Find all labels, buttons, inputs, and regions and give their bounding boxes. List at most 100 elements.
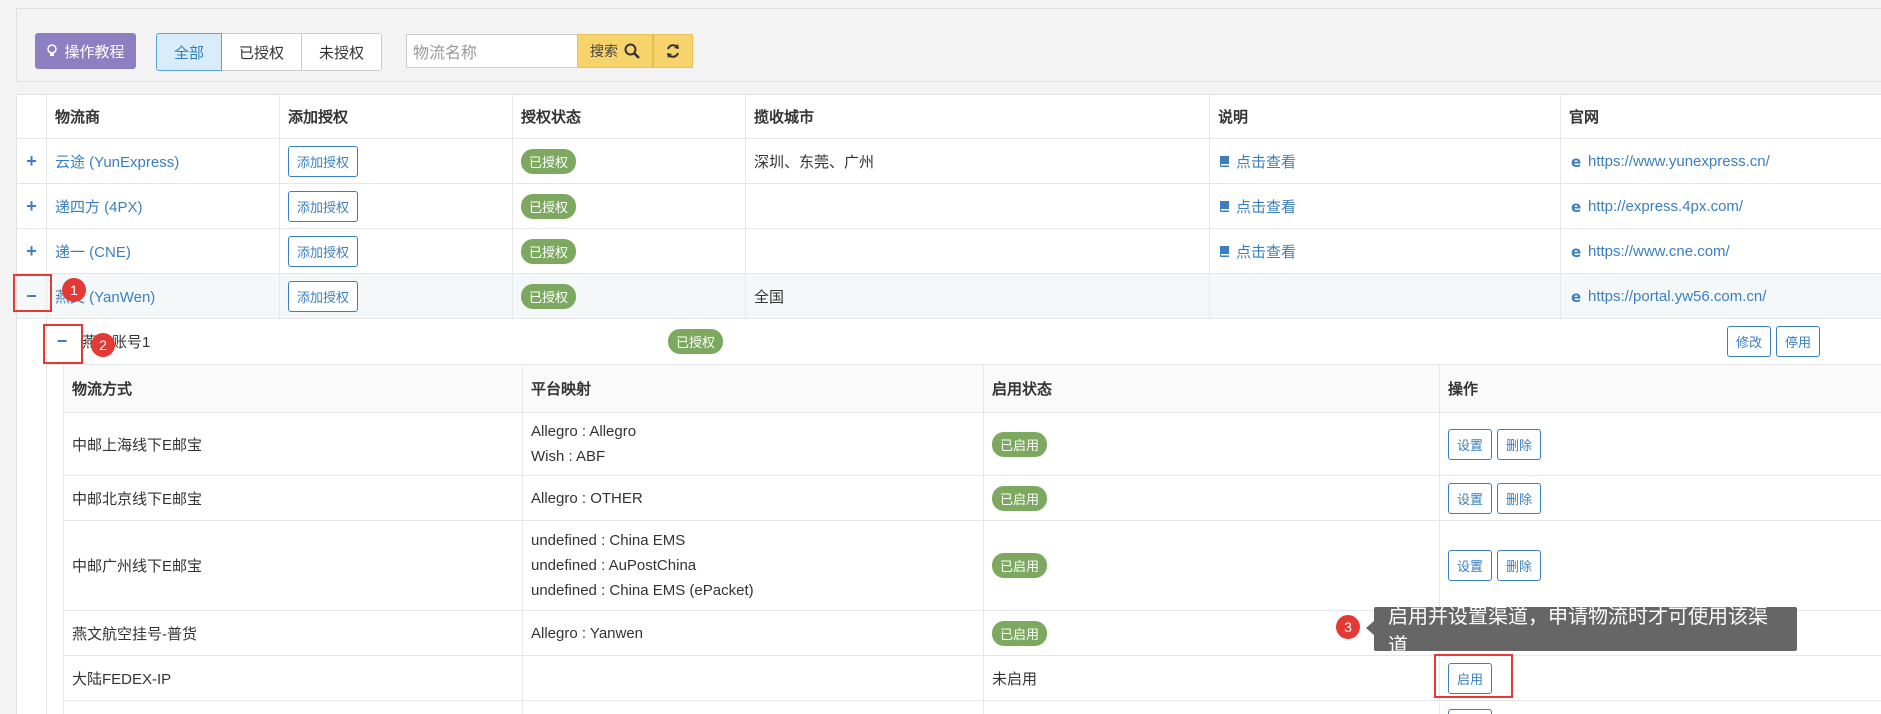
page-background: 操作教程 全部 已授权 未授权 物流名称 搜索 物流商 添加授权 授权状态 揽收… — [0, 0, 1881, 714]
header-description: 说明 — [1209, 95, 1560, 138]
mapping-cell: Allegro : OTHER — [522, 476, 983, 520]
view-link[interactable]: 点击查看 — [1236, 241, 1296, 262]
enabled-badge: 已启用 — [992, 553, 1048, 578]
enabled-badge: 已启用 — [992, 431, 1048, 457]
add-auth-cell: 添加授权 — [279, 184, 512, 228]
enabled-badge: 已启用 — [992, 485, 1048, 511]
table-row: + 递四方 (4PX) 添加授权 已授权 点击查看 e http://expre… — [17, 184, 1881, 229]
table-row: + 递一 (CNE) 添加授权 已授权 点击查看 e https://www.c… — [17, 229, 1881, 274]
partial-button[interactable] — [1448, 709, 1492, 714]
mapping-cell: Allegro : Allegro Wish : ABF — [522, 413, 983, 475]
desc-cell: 点击查看 — [1209, 229, 1560, 273]
account-actions: 修改 停用 — [1727, 319, 1881, 364]
expand-toggle[interactable]: + — [26, 241, 37, 262]
carrier-link[interactable]: 递一 (CNE) — [55, 241, 131, 262]
carrier-name: 递一 (CNE) — [46, 229, 279, 273]
enable-status-cell: 已启用 — [983, 476, 1439, 520]
table-row: 中邮北京线下E邮宝 Allegro : OTHER 已启用 设置 删除 — [64, 476, 1881, 521]
status-badge: 已授权 — [521, 148, 577, 174]
tooltip: 启用并设置渠道，申请物流时才可使用该渠道 — [1374, 606, 1797, 657]
add-auth-button[interactable]: 添加授权 — [288, 190, 359, 222]
site-link[interactable]: https://www.cne.com/ — [1588, 243, 1730, 260]
enable-status-cell: 未启用 — [983, 656, 1439, 700]
add-auth-cell: 添加授权 — [279, 274, 512, 318]
svg-text:e: e — [1571, 153, 1581, 169]
settings-button[interactable]: 设置 — [1448, 428, 1493, 460]
view-link[interactable]: 点击查看 — [1236, 151, 1296, 172]
tutorial-button[interactable]: 操作教程 — [35, 33, 136, 69]
disable-button[interactable]: 停用 — [1776, 326, 1821, 357]
ie-icon: e — [1571, 243, 1581, 259]
actions-cell — [1439, 701, 1881, 714]
search-input[interactable]: 物流名称 — [406, 34, 577, 68]
table-header: 物流商 添加授权 授权状态 揽收城市 说明 官网 — [17, 95, 1881, 139]
row-expander[interactable]: + — [17, 229, 46, 273]
delete-button[interactable]: 删除 — [1497, 428, 1542, 460]
status-cell: 已授权 — [512, 139, 745, 183]
site-cell: e https://portal.yw56.com.cn/ — [1560, 274, 1881, 318]
site-link[interactable]: https://portal.yw56.com.cn/ — [1588, 288, 1766, 305]
table-row: 中邮广州线下E邮宝 undefined : China EMS undefine… — [64, 521, 1881, 611]
row-expander[interactable]: + — [17, 184, 46, 228]
view-link[interactable]: 点击查看 — [1236, 196, 1296, 217]
expand-toggle[interactable]: + — [26, 151, 37, 172]
search-bar: 物流名称 搜索 — [406, 34, 693, 70]
city-cell: 深圳、东莞、广州 — [745, 139, 1209, 183]
actions-cell: 设置 删除 — [1439, 413, 1881, 475]
add-auth-button[interactable]: 添加授权 — [288, 145, 359, 177]
mapping-line: undefined : China EMS (ePacket) — [531, 582, 754, 599]
mapping-line: Allegro : Yanwen — [531, 624, 644, 642]
mapping-cell: undefined : China EMS undefined : AuPost… — [522, 521, 983, 610]
method-name: 大陆FEDEX-IP — [72, 670, 172, 688]
subtable-header: 物流方式 平台映射 启用状态 操作 — [64, 365, 1881, 413]
enable-status-cell: 已启用 — [983, 521, 1439, 610]
tooltip-arrow — [1366, 621, 1374, 635]
step-marker-2: 2 — [91, 333, 115, 357]
settings-button[interactable]: 设置 — [1448, 550, 1493, 581]
book-icon — [1220, 156, 1229, 167]
method-name: 燕文航空挂号-普货 — [72, 625, 197, 643]
header-carrier: 物流商 — [46, 95, 279, 138]
step-marker-3: 3 — [1336, 615, 1360, 639]
filter-group: 全部 已授权 未授权 — [156, 33, 383, 71]
row-expander[interactable]: + — [17, 139, 46, 183]
highlight-box-3 — [1434, 654, 1513, 698]
step-marker-1: 1 — [62, 278, 86, 302]
filter-unauthorized[interactable]: 未授权 — [301, 33, 383, 71]
desc-cell: 点击查看 — [1209, 139, 1560, 183]
add-auth-button[interactable]: 添加授权 — [288, 280, 359, 312]
site-cell: e https://www.yunexpress.cn/ — [1560, 139, 1881, 183]
carrier-link[interactable]: 云途 (YunExpress) — [55, 151, 179, 172]
refresh-button[interactable] — [653, 34, 693, 68]
table-row: − 燕文 (YanWen) 添加授权 已授权 全国 e https://port… — [17, 274, 1881, 319]
filter-authorized[interactable]: 已授权 — [221, 33, 303, 71]
book-icon — [1220, 201, 1229, 212]
subtable: 物流方式 平台映射 启用状态 操作 中邮上海线下E邮宝 Allegro : Al… — [63, 365, 1881, 714]
desc-cell: 点击查看 — [1209, 184, 1560, 228]
table-row: 大陆FEDEX-IP 未启用 启用 — [64, 656, 1881, 701]
site-link[interactable]: http://express.4px.com/ — [1588, 198, 1743, 215]
edit-button[interactable]: 修改 — [1727, 326, 1772, 357]
filter-all[interactable]: 全部 — [156, 33, 223, 71]
add-auth-button[interactable]: 添加授权 — [288, 235, 359, 267]
account-name: 燕文账号1 — [82, 334, 151, 351]
book-icon — [1220, 246, 1229, 257]
expand-toggle[interactable]: + — [26, 196, 37, 217]
site-link[interactable]: https://www.yunexpress.cn/ — [1588, 153, 1770, 170]
delete-button[interactable]: 删除 — [1497, 482, 1542, 514]
search-icon — [624, 43, 640, 59]
header-add-auth: 添加授权 — [279, 95, 512, 138]
delete-button[interactable]: 删除 — [1497, 550, 1542, 581]
status-badge: 已授权 — [521, 283, 577, 309]
actions-cell: 设置 删除 — [1439, 521, 1881, 610]
carrier-link[interactable]: 递四方 (4PX) — [55, 196, 143, 217]
settings-button[interactable]: 设置 — [1448, 482, 1493, 514]
search-button[interactable]: 搜索 — [577, 34, 653, 68]
method-name: 中邮上海线下E邮宝 — [72, 436, 203, 454]
status-cell: 已授权 — [512, 229, 745, 273]
ie-icon: e — [1571, 288, 1581, 304]
enable-status-cell: 已启用 — [983, 413, 1439, 475]
method-name: 中邮广州线下E邮宝 — [72, 558, 203, 575]
highlight-box-1 — [13, 274, 52, 312]
city-cell: 全国 — [745, 274, 1209, 318]
